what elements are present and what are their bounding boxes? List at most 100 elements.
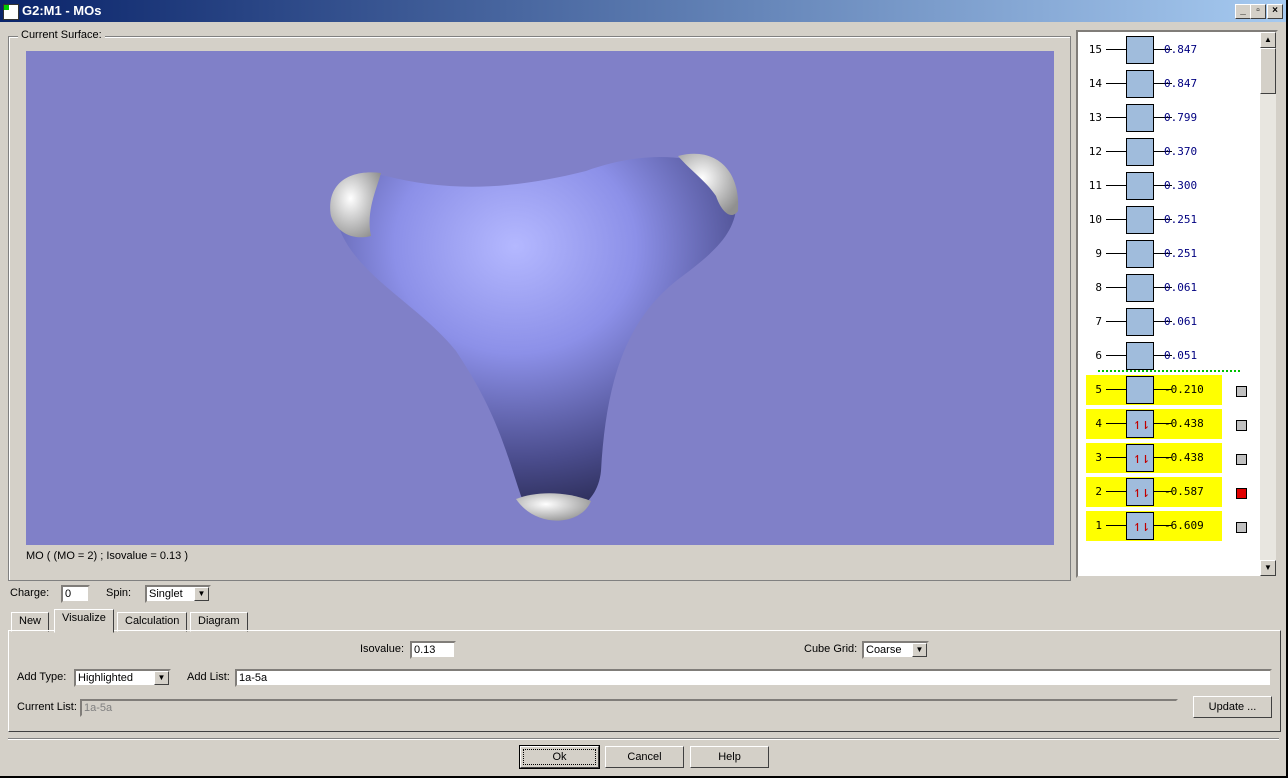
current-surface-label: Current Surface:	[18, 29, 105, 41]
orbital-row[interactable]: 12 0.370	[1086, 137, 1222, 167]
orbital-row[interactable]: 8 0.061	[1086, 273, 1222, 303]
orbital-box[interactable]: ↿ ⇂	[1126, 410, 1154, 438]
orbital-row[interactable]: 14 0.847	[1086, 69, 1222, 99]
orbital-row[interactable]: 13 0.799	[1086, 103, 1222, 133]
orbital-energy: 0.370	[1164, 145, 1198, 158]
orbital-number: 11	[1088, 179, 1102, 192]
cube-grid-value: Coarse	[866, 644, 902, 656]
orbital-select-checkbox[interactable]	[1236, 488, 1247, 499]
charge-input[interactable]: 0	[61, 585, 90, 603]
level-line	[1106, 49, 1126, 50]
orbital-energy: -0.210	[1164, 383, 1204, 396]
orbital-number: 2	[1095, 485, 1102, 498]
orbital-row[interactable]: 10 0.251	[1086, 205, 1222, 235]
orbital-box[interactable]: ↿ ⇂	[1126, 478, 1154, 506]
mo-diagram-panel[interactable]: 15 0.847 14 0.847 13 0.799 12 0.370 11 0.300 10 0.2…	[1076, 30, 1278, 578]
tab-new[interactable]: New	[11, 612, 50, 632]
tab-visualize[interactable]: Visualize	[54, 609, 114, 633]
orbital-box[interactable]: ↿ ⇂	[1126, 512, 1154, 540]
orbital-box[interactable]	[1126, 240, 1154, 268]
orbital-box[interactable]	[1126, 104, 1154, 132]
orbital-box[interactable]	[1126, 172, 1154, 200]
orbital-select-checkbox[interactable]	[1236, 454, 1247, 465]
cube-grid-label: Cube Grid:	[804, 643, 858, 655]
orbital-row[interactable]: 5 -0.210	[1086, 375, 1222, 405]
add-type-label: Add Type:	[17, 671, 67, 683]
add-type-select[interactable]: Highlighted ▼	[74, 669, 171, 687]
orbital-number: 8	[1095, 281, 1102, 294]
orbital-select-checkbox[interactable]	[1236, 386, 1247, 397]
level-line	[1106, 83, 1126, 84]
orbital-box[interactable]: ↿ ⇂	[1126, 444, 1154, 472]
current-list-input: 1a-5a	[80, 699, 1178, 717]
orbital-box[interactable]	[1126, 138, 1154, 166]
orbital-isosurface	[330, 153, 739, 521]
orbital-row[interactable]: 6 0.051	[1086, 341, 1222, 371]
spin-down-arrow-icon: ⇂	[1141, 517, 1151, 535]
orbital-box[interactable]	[1126, 308, 1154, 336]
spin-value: Singlet	[149, 588, 183, 600]
level-line	[1106, 253, 1126, 254]
update-button[interactable]: Update ...	[1193, 696, 1272, 718]
level-line	[1106, 423, 1126, 424]
orbital-box[interactable]	[1126, 70, 1154, 98]
orbital-number: 13	[1088, 111, 1102, 124]
orbital-row[interactable]: 4 ↿ ⇂ -0.438	[1086, 409, 1222, 439]
orbital-energy: 0.300	[1164, 179, 1198, 192]
orbital-row[interactable]: 7 0.061	[1086, 307, 1222, 337]
orbital-box[interactable]	[1126, 206, 1154, 234]
chevron-down-icon[interactable]: ▼	[194, 587, 209, 601]
orbital-number: 9	[1095, 247, 1102, 260]
divider	[8, 738, 1279, 740]
spin-select[interactable]: Singlet ▼	[145, 585, 211, 603]
window-title: G2:M1 - MOs	[22, 3, 102, 18]
surface-caption: MO ( (MO = 2) ; Isovalue = 0.13 )	[26, 550, 188, 562]
orbital-row[interactable]: 1 ↿ ⇂ -6.609	[1086, 511, 1222, 541]
orbital-number: 1	[1095, 519, 1102, 532]
orbital-box[interactable]	[1126, 376, 1154, 404]
chevron-down-icon[interactable]: ▼	[912, 643, 927, 657]
orbital-row[interactable]: 9 0.251	[1086, 239, 1222, 269]
minimize-button[interactable]: _	[1235, 4, 1251, 19]
cube-grid-select[interactable]: Coarse ▼	[862, 641, 929, 659]
orbital-number: 6	[1095, 349, 1102, 362]
tab-calculation[interactable]: Calculation	[117, 612, 188, 632]
level-line	[1106, 117, 1126, 118]
orbital-row[interactable]: 2 ↿ ⇂ -0.587	[1086, 477, 1222, 507]
add-list-input[interactable]: 1a-5a	[235, 669, 1272, 687]
cancel-button[interactable]: Cancel	[605, 746, 684, 768]
level-line	[1106, 321, 1126, 322]
spin-label: Spin:	[106, 587, 132, 599]
orbital-box[interactable]	[1126, 342, 1154, 370]
chevron-down-icon[interactable]: ▼	[154, 671, 169, 685]
orbital-row[interactable]: 3 ↿ ⇂ -0.438	[1086, 443, 1222, 473]
spin-down-arrow-icon: ⇂	[1141, 449, 1151, 467]
mos-dialog: G2:M1 - MOs _ ▫ × Current Surface: MO (…	[0, 0, 1286, 776]
isovalue-input[interactable]: 0.13	[410, 641, 456, 659]
orbital-number: 4	[1095, 417, 1102, 430]
level-line	[1106, 219, 1126, 220]
surface-viewport[interactable]	[26, 51, 1054, 545]
orbital-box[interactable]	[1126, 274, 1154, 302]
orbital-row[interactable]: 15 0.847	[1086, 35, 1222, 65]
orbital-row[interactable]: 11 0.300	[1086, 171, 1222, 201]
add-type-value: Highlighted	[78, 672, 134, 684]
orbital-energy: 0.061	[1164, 281, 1198, 294]
spin-down-arrow-icon: ⇂	[1141, 483, 1151, 501]
scroll-down-button[interactable]: ▼	[1260, 560, 1276, 576]
add-list-label: Add List:	[187, 671, 230, 683]
orbital-number: 3	[1095, 451, 1102, 464]
vertical-scrollbar[interactable]: ▲ ▼	[1260, 32, 1276, 576]
ok-button[interactable]: Ok	[520, 746, 599, 768]
level-line	[1106, 185, 1126, 186]
tab-diagram[interactable]: Diagram	[190, 612, 248, 632]
help-button[interactable]: Help	[690, 746, 769, 768]
orbital-box[interactable]	[1126, 36, 1154, 64]
close-button[interactable]: ×	[1267, 4, 1283, 19]
orbital-select-checkbox[interactable]	[1236, 420, 1247, 431]
scroll-up-button[interactable]: ▲	[1260, 32, 1276, 48]
scroll-thumb[interactable]	[1260, 48, 1276, 94]
level-line	[1106, 491, 1126, 492]
restore-button[interactable]: ▫	[1250, 4, 1266, 19]
orbital-select-checkbox[interactable]	[1236, 522, 1247, 533]
